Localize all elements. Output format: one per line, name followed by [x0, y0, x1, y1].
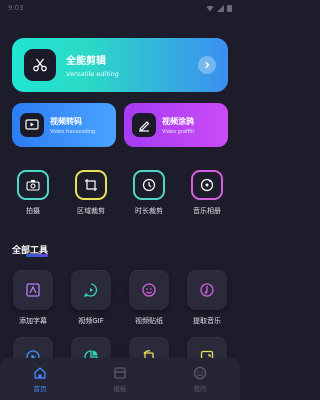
sticker-face-icon: [129, 270, 169, 310]
quick-label: 时长裁剪: [135, 207, 163, 215]
graffiti-title: 视频涂鸦: [162, 116, 194, 126]
quick-item-music-album[interactable]: 音乐相册: [184, 170, 230, 216]
tool-item-video-gif[interactable]: 视频GIF: [68, 270, 114, 326]
quick-label: 拍摄: [26, 207, 40, 215]
tab-label: 我的: [193, 384, 207, 393]
camera-icon: [17, 170, 49, 200]
tab-label: 首页: [33, 384, 47, 393]
quick-item-area-crop[interactable]: 区域裁剪: [68, 170, 114, 216]
status-icons: [206, 4, 232, 12]
bottom-tab-bar: 首页 模板 我的: [0, 358, 240, 400]
all-tools-title: 全部工具: [12, 243, 49, 257]
tool-label: 提取音乐: [193, 317, 221, 325]
home-icon: [34, 366, 46, 379]
transcoding-title: 视频转码: [50, 116, 82, 126]
tool-label: 视频GIF: [78, 317, 104, 325]
tab-home[interactable]: 首页: [10, 366, 70, 393]
tool-label: 添加字幕: [19, 317, 47, 325]
chevron-right-icon[interactable]: [198, 56, 216, 74]
crop-icon: [75, 170, 107, 200]
quick-actions: 拍摄 区域裁剪 时长裁剪 音乐相册: [10, 170, 230, 216]
tool-label: 视频贴纸: [135, 317, 163, 325]
music-extract-icon: [187, 270, 227, 310]
clock-icon: [133, 170, 165, 200]
hero-title: 全能剪辑: [66, 56, 106, 67]
video-graffiti-card[interactable]: 视频涂鸦 Video graffiti: [124, 103, 228, 147]
tool-item-extract-music[interactable]: 提取音乐: [184, 270, 230, 326]
tab-label: 模板: [113, 384, 127, 393]
tab-profile[interactable]: 我的: [170, 366, 230, 393]
transcoding-subtitle: Video transcoding: [50, 128, 96, 135]
graffiti-subtitle: Video graffiti: [162, 128, 195, 135]
hero-subtitle: Versatile editing: [66, 70, 119, 78]
brush-icon: [132, 113, 156, 137]
battery-icon: [227, 5, 232, 12]
tools-grid-row-1: 添加字幕 视频GIF 视频贴纸 提取音乐: [10, 270, 230, 326]
tool-item-video-sticker[interactable]: 视频贴纸: [126, 270, 172, 326]
profile-icon: [193, 366, 207, 379]
quick-item-duration-crop[interactable]: 时长裁剪: [126, 170, 172, 216]
wifi-icon: [206, 5, 214, 11]
gif-chat-icon: [71, 270, 111, 310]
quick-item-shoot[interactable]: 拍摄: [10, 170, 56, 216]
status-time: 9:03: [8, 4, 24, 12]
quick-label: 区域裁剪: [77, 207, 105, 215]
subtitle-icon: [13, 270, 53, 310]
template-icon: [114, 366, 126, 379]
tool-item-add-subtitle[interactable]: 添加字幕: [10, 270, 56, 326]
video-transcoding-card[interactable]: 视频转码 Video transcoding: [12, 103, 116, 147]
status-bar: 9:03: [0, 0, 240, 16]
tab-template[interactable]: 模板: [90, 366, 150, 393]
quick-label: 音乐相册: [193, 207, 221, 215]
signal-icon: [217, 4, 224, 12]
play-screen-icon: [20, 113, 44, 137]
versatile-editing-card[interactable]: 全能剪辑 Versatile editing: [12, 38, 228, 92]
scissors-icon: [24, 49, 56, 81]
all-tools-label: 全部工具: [12, 246, 49, 256]
music-disc-icon: [191, 170, 223, 200]
